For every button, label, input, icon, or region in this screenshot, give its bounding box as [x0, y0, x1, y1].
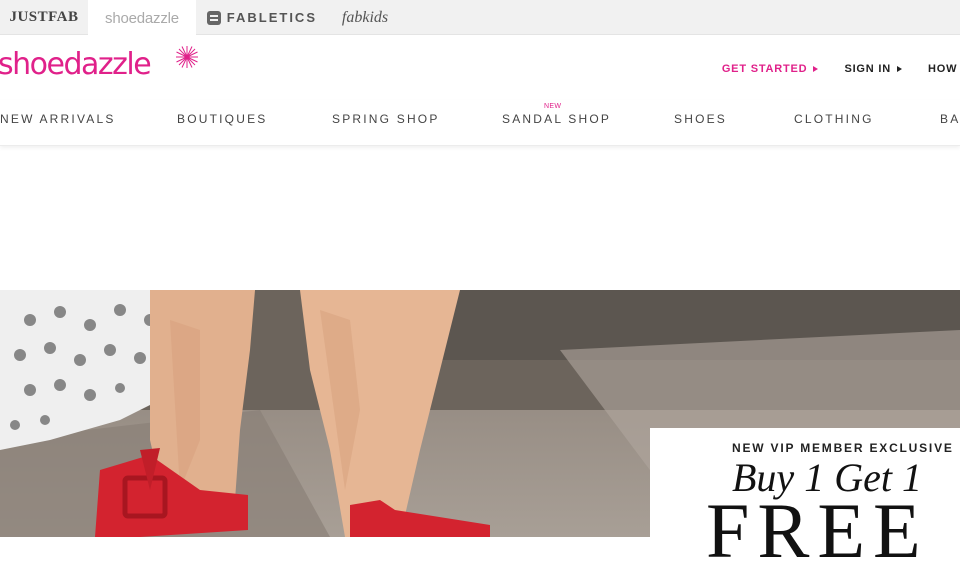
- brand-justfab-label: JUSTFAB: [9, 9, 79, 25]
- nav-label: SPRING SHOP: [332, 112, 440, 126]
- account-nav: GET STARTED SIGN IN HOW I: [696, 63, 960, 75]
- main-nav: NEW ARRIVALS BOUTIQUES SPRING SHOP NEW SA…: [0, 100, 960, 146]
- brand-shoedazzle-label: shoedazzle: [105, 9, 179, 27]
- nav-label: CLOTHING: [794, 112, 874, 126]
- nav-bags[interactable]: BAG: [940, 112, 960, 126]
- nav-spring-shop[interactable]: SPRING SHOP: [332, 112, 440, 126]
- nav-clothing[interactable]: CLOTHING: [794, 112, 874, 126]
- how-it-works-link[interactable]: HOW I: [928, 63, 960, 75]
- get-started-label: GET STARTED: [721, 63, 808, 75]
- brand-fabletics-label: FABLETICS: [226, 10, 317, 25]
- nav-label: SANDAL SHOP: [502, 112, 612, 126]
- arrow-right-icon: [813, 66, 819, 72]
- nav-label: BOUTIQUES: [177, 112, 268, 126]
- fabletics-logo-icon: [207, 10, 221, 25]
- nav-label: NEW ARRIVALS: [0, 112, 116, 126]
- sign-in-label: SIGN IN: [844, 63, 891, 75]
- new-badge: NEW: [544, 103, 562, 110]
- nav-label: SHOES: [674, 112, 728, 126]
- sign-in-link[interactable]: SIGN IN: [844, 63, 902, 75]
- brand-fabkids-label: fabkids: [341, 8, 389, 26]
- how-it-works-label: HOW I: [928, 63, 960, 75]
- brand-tab-justfab[interactable]: JUSTFAB: [0, 0, 88, 35]
- nav-new-arrivals[interactable]: NEW ARRIVALS: [0, 112, 116, 126]
- brand-tab-shoedazzle[interactable]: shoedazzle: [88, 0, 196, 36]
- nav-label: BAG: [940, 112, 960, 126]
- promo-free: FREE: [706, 487, 929, 574]
- nav-boutiques[interactable]: BOUTIQUES: [177, 112, 267, 126]
- nav-sandal-shop[interactable]: NEW SANDAL SHOP: [502, 103, 612, 126]
- site-logo-text: shoedazzle: [0, 47, 152, 82]
- site-logo[interactable]: shoedazzle: [0, 44, 198, 84]
- arrow-right-icon: [897, 66, 902, 72]
- nav-shoes[interactable]: SHOES: [674, 112, 727, 126]
- sparkle-icon: [176, 46, 198, 68]
- promo-eyebrow: NEW VIP MEMBER EXCLUSIVE: [732, 441, 954, 455]
- get-started-link[interactable]: GET STARTED: [722, 63, 819, 75]
- brand-bar: JUSTFAB shoedazzle FABLETICS fabkids: [0, 0, 960, 36]
- brand-tab-fabkids[interactable]: fabkids: [335, 0, 395, 35]
- promo-card[interactable]: NEW VIP MEMBER EXCLUSIVE Buy 1 Get 1 FRE…: [650, 428, 960, 574]
- brand-tab-fabletics[interactable]: FABLETICS: [207, 0, 317, 35]
